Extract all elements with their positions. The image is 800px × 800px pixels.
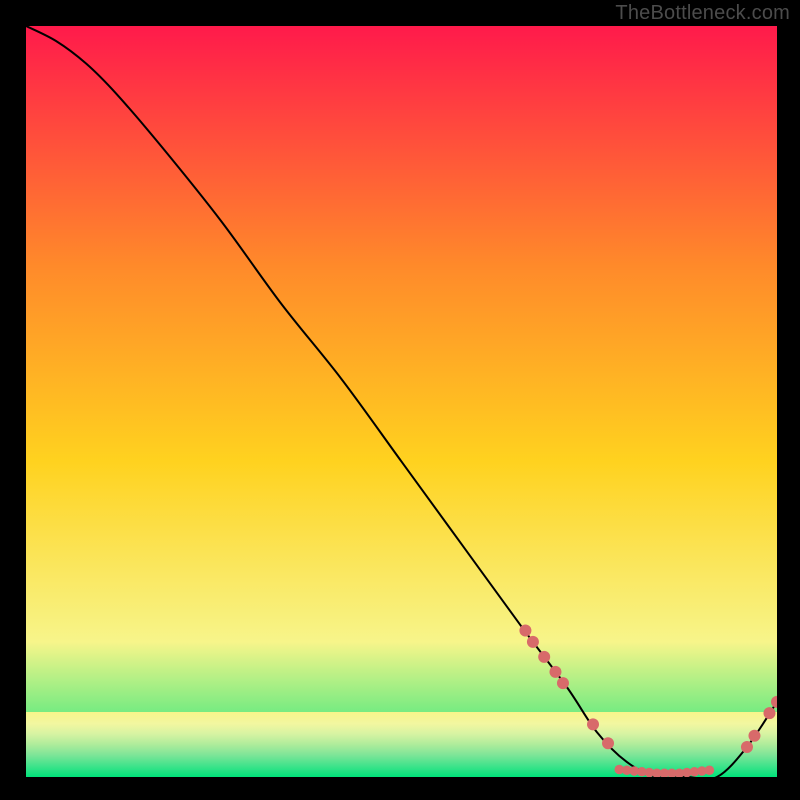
chart-frame: TheBottleneck.com bbox=[0, 0, 800, 800]
curve-marker bbox=[602, 737, 614, 749]
chart-plot bbox=[26, 26, 777, 777]
gradient-bottom-band bbox=[26, 712, 777, 777]
curve-marker bbox=[527, 636, 539, 648]
curve-marker bbox=[549, 666, 561, 678]
attribution-text: TheBottleneck.com bbox=[615, 2, 790, 25]
curve-marker bbox=[741, 741, 753, 753]
curve-marker bbox=[557, 677, 569, 689]
curve-marker bbox=[519, 625, 531, 637]
curve-marker bbox=[587, 718, 599, 730]
curve-marker bbox=[705, 765, 715, 775]
gradient-background bbox=[26, 26, 777, 777]
chart-svg bbox=[26, 26, 777, 777]
curve-marker bbox=[538, 651, 550, 663]
curve-marker bbox=[763, 707, 775, 719]
curve-marker bbox=[748, 730, 760, 742]
